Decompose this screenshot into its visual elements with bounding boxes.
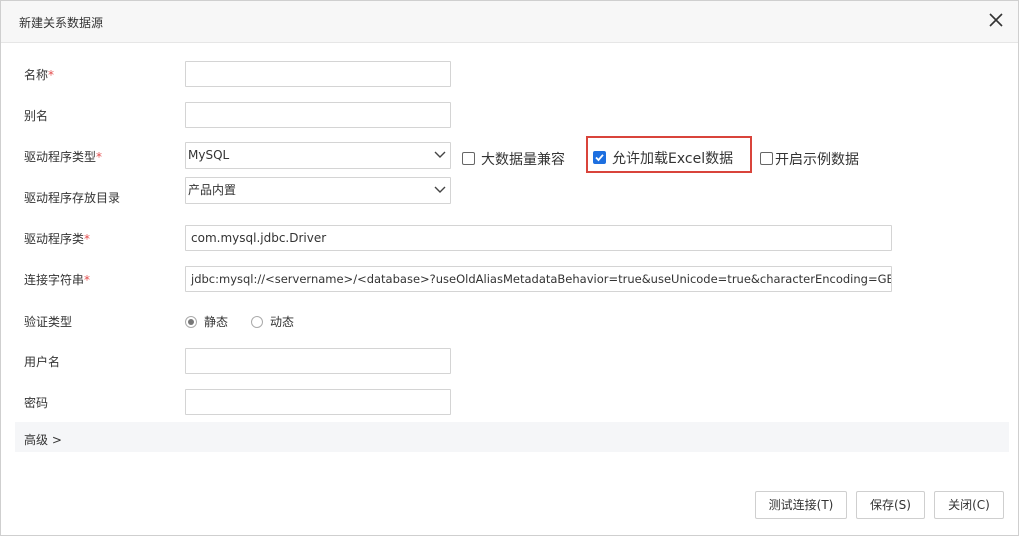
auth-type-label: 验证类型 <box>24 315 73 329</box>
driver-dir-select[interactable]: 产品内置 <box>185 177 451 204</box>
close-button[interactable]: 关闭(C) <box>934 491 1004 519</box>
test-connection-button[interactable]: 测试连接(T) <box>755 491 847 519</box>
alias-label: 别名 <box>24 109 49 123</box>
sample-data-checkbox[interactable]: 开启示例数据 <box>760 149 859 169</box>
driver-type-label: 驱动程序类型* <box>24 150 103 164</box>
password-input[interactable] <box>185 389 451 415</box>
alias-input[interactable] <box>185 102 451 128</box>
auth-dynamic-radio[interactable]: 动态 <box>251 313 294 330</box>
dialog-titlebar: 新建关系数据源 <box>1 1 1018 43</box>
chevron-down-icon <box>434 186 446 193</box>
radio-unselected-icon <box>251 316 263 328</box>
name-input[interactable] <box>185 61 451 87</box>
dialog-title: 新建关系数据源 <box>19 16 104 30</box>
connection-string-label: 连接字符串* <box>24 273 91 287</box>
advanced-label: 高级 > <box>24 433 62 447</box>
radio-selected-icon <box>185 316 197 328</box>
advanced-section-toggle[interactable]: 高级 > <box>15 422 1009 452</box>
auth-static-radio[interactable]: 静态 <box>185 313 228 330</box>
checkbox-unchecked-icon <box>760 152 773 165</box>
checkbox-checked-icon <box>593 151 606 164</box>
driver-class-label: 驱动程序类* <box>24 232 91 246</box>
driver-class-input[interactable]: com.mysql.jdbc.Driver <box>185 225 892 251</box>
big-data-compat-checkbox[interactable]: 大数据量兼容 <box>462 149 565 169</box>
chevron-down-icon <box>434 151 446 158</box>
password-label: 密码 <box>24 396 49 410</box>
new-datasource-dialog: 新建关系数据源 名称* 别名 驱动程序类型* MySQL 大数据量兼容 允许加载… <box>0 0 1019 536</box>
username-label: 用户名 <box>24 355 61 369</box>
close-icon[interactable] <box>986 10 1006 30</box>
username-input[interactable] <box>185 348 451 374</box>
checkbox-unchecked-icon <box>462 152 475 165</box>
driver-type-select[interactable]: MySQL <box>185 142 451 169</box>
driver-dir-value: 产品内置 <box>188 183 237 197</box>
connection-string-input[interactable]: jdbc:mysql://<servername>/<database>?use… <box>185 266 892 292</box>
save-button[interactable]: 保存(S) <box>856 491 925 519</box>
allow-excel-checkbox[interactable]: 允许加载Excel数据 <box>593 148 733 168</box>
name-label: 名称* <box>24 68 55 82</box>
driver-type-value: MySQL <box>188 148 230 162</box>
driver-dir-label: 驱动程序存放目录 <box>24 191 121 205</box>
